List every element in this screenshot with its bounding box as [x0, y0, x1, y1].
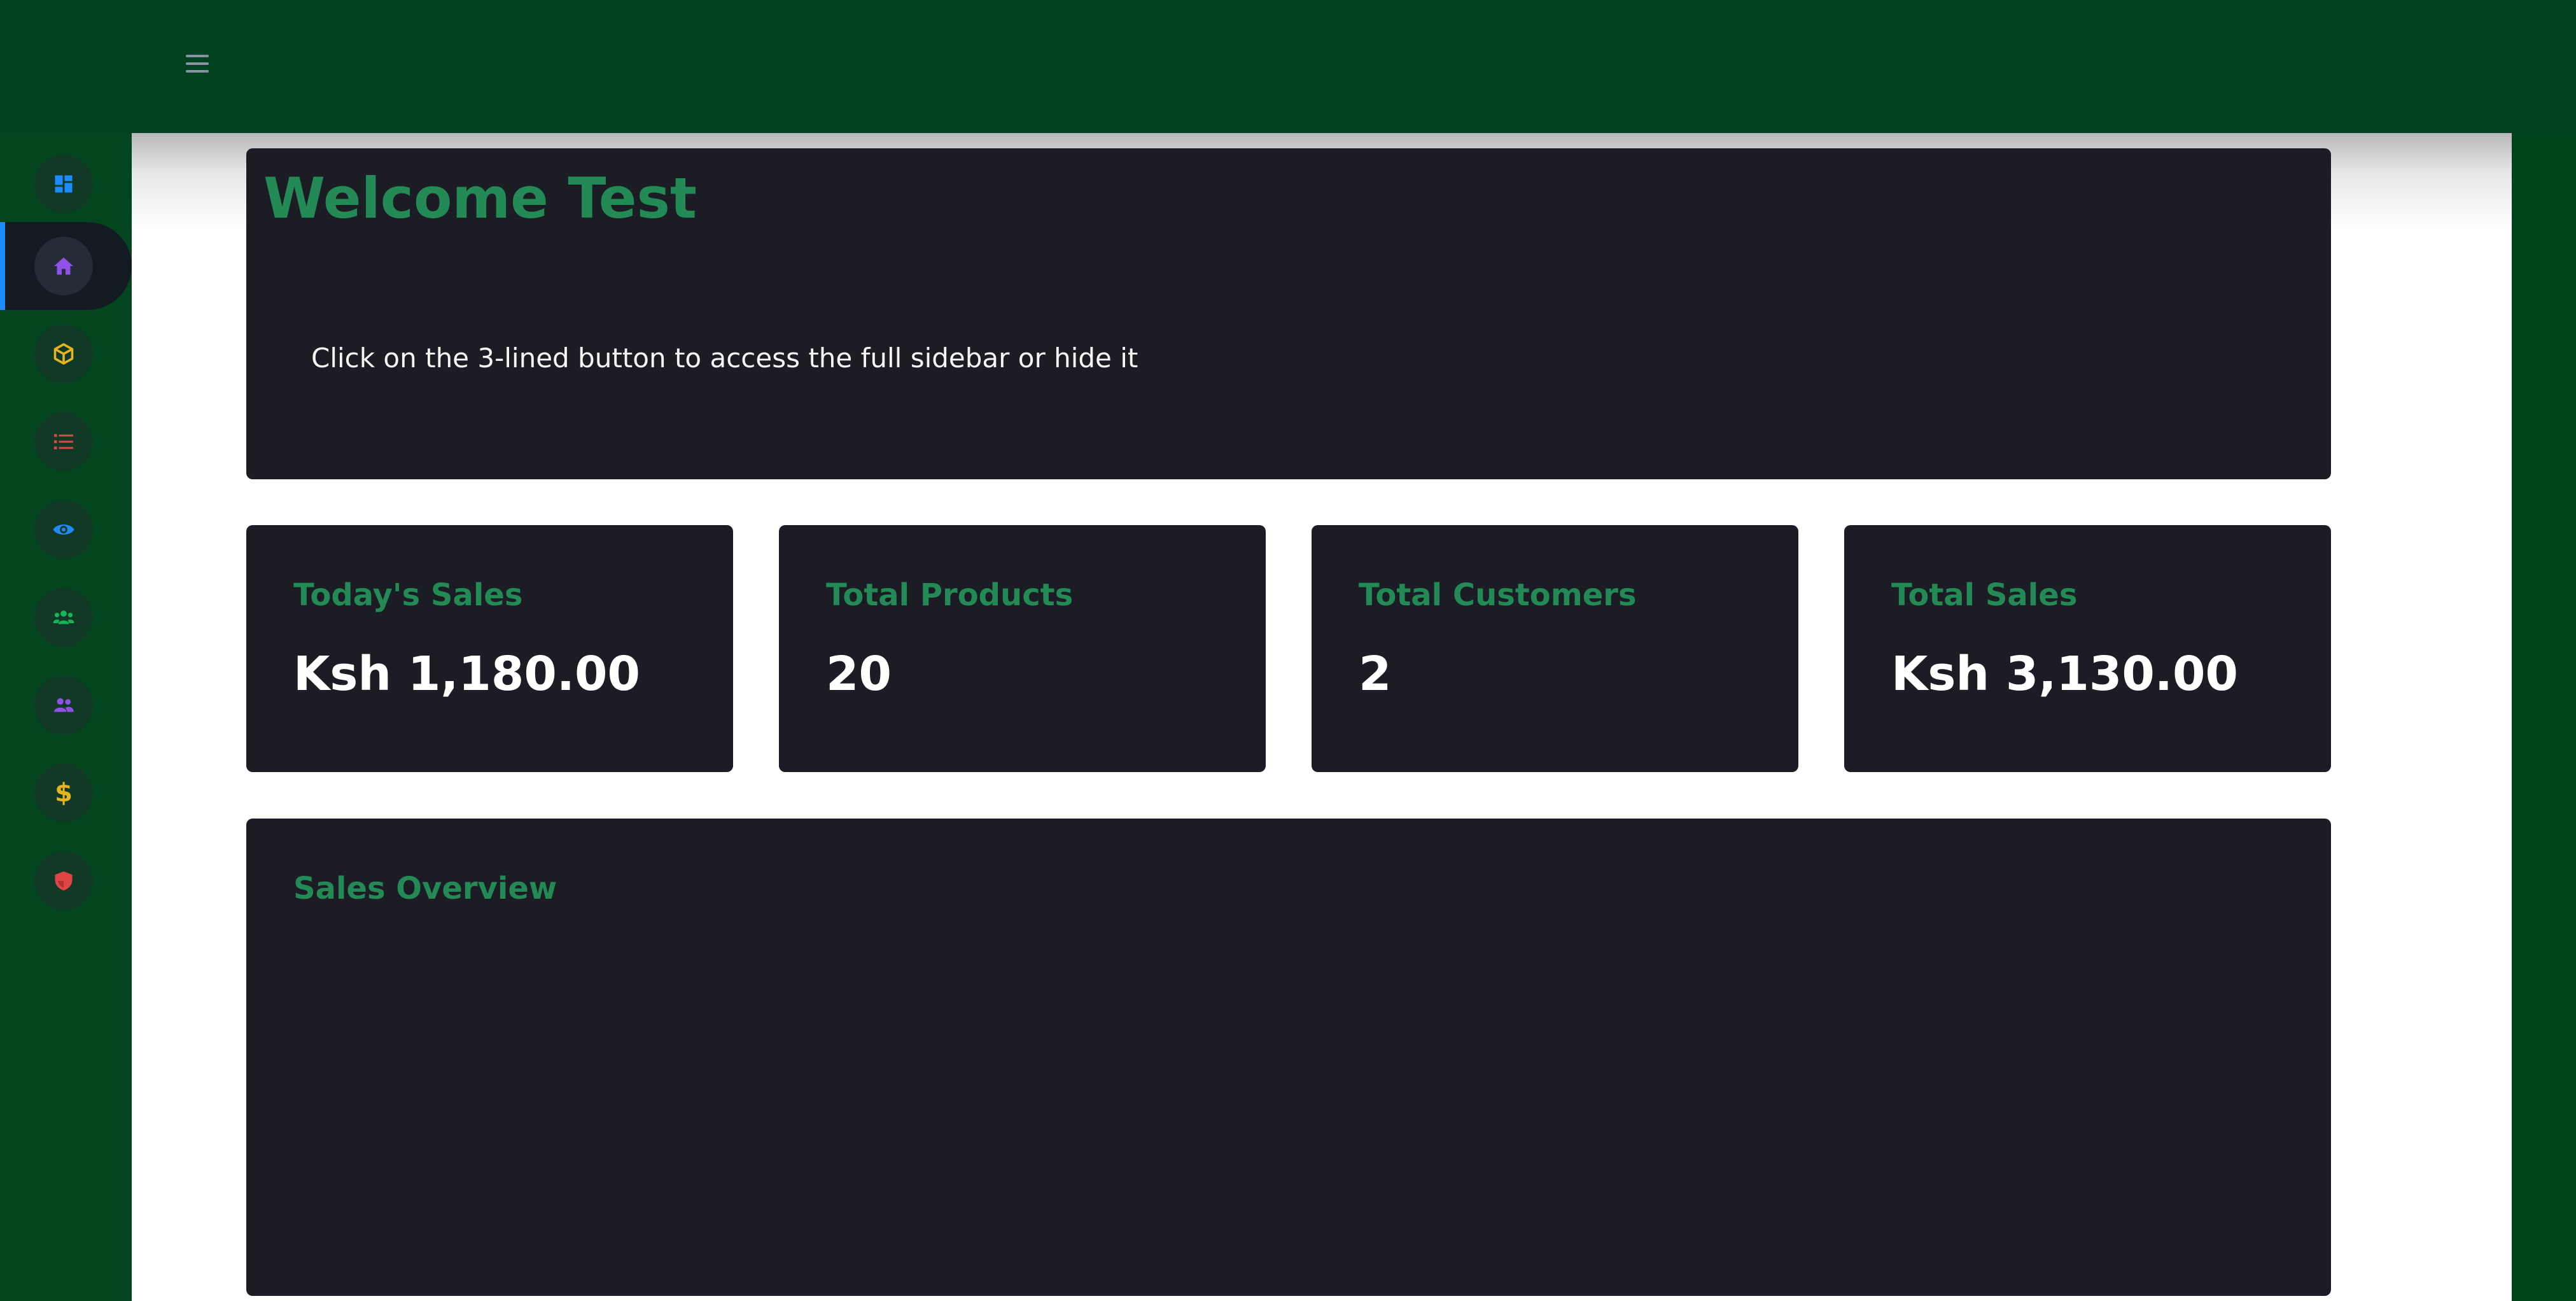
sidebar-item-users[interactable] — [0, 661, 132, 749]
stat-value: 20 — [826, 647, 892, 701]
top-bar — [0, 0, 2576, 133]
users-icon — [34, 676, 93, 735]
users-group-icon — [34, 588, 93, 647]
stat-card-total-products: Total Products 20 — [779, 525, 1266, 772]
stat-value: Ksh 1,180.00 — [293, 647, 640, 701]
stat-label: Today's Sales — [293, 577, 523, 613]
list-icon — [34, 412, 93, 471]
sidebar-item-view[interactable] — [0, 486, 132, 573]
page-title: Welcome Test — [263, 165, 697, 231]
sales-overview-card: Sales Overview — [246, 819, 2331, 1296]
dollar-icon: $ — [34, 764, 93, 822]
sidebar-item-home[interactable] — [0, 222, 132, 310]
stat-label: Total Sales — [1891, 577, 2078, 613]
hamburger-menu-icon[interactable] — [186, 55, 209, 73]
sidebar-item-finance[interactable]: $ — [0, 749, 132, 837]
stat-card-todays-sales: Today's Sales Ksh 1,180.00 — [246, 525, 733, 772]
sidebar-item-dashboard[interactable] — [0, 140, 132, 228]
sidebar: $ — [0, 133, 132, 1301]
sidebar-item-security[interactable] — [0, 837, 132, 925]
sidebar-item-list[interactable] — [0, 398, 132, 486]
shield-icon — [34, 852, 93, 910]
stat-value: 2 — [1359, 647, 1392, 701]
sales-overview-title: Sales Overview — [293, 871, 557, 906]
welcome-card: Welcome Test Click on the 3-lined button… — [246, 148, 2331, 479]
sidebar-item-customers[interactable] — [0, 573, 132, 661]
stat-label: Total Products — [826, 577, 1074, 613]
eye-icon — [34, 500, 93, 559]
stat-value: Ksh 3,130.00 — [1891, 647, 2238, 701]
stat-card-total-sales: Total Sales Ksh 3,130.00 — [1844, 525, 2331, 772]
home-icon — [34, 237, 93, 295]
stat-label: Total Customers — [1359, 577, 1637, 613]
dashboard-grid-icon — [34, 155, 93, 213]
welcome-hint: Click on the 3-lined button to access th… — [311, 342, 1138, 374]
sidebar-item-products[interactable] — [0, 310, 132, 398]
stat-card-total-customers: Total Customers 2 — [1312, 525, 1798, 772]
box-icon — [34, 325, 93, 383]
